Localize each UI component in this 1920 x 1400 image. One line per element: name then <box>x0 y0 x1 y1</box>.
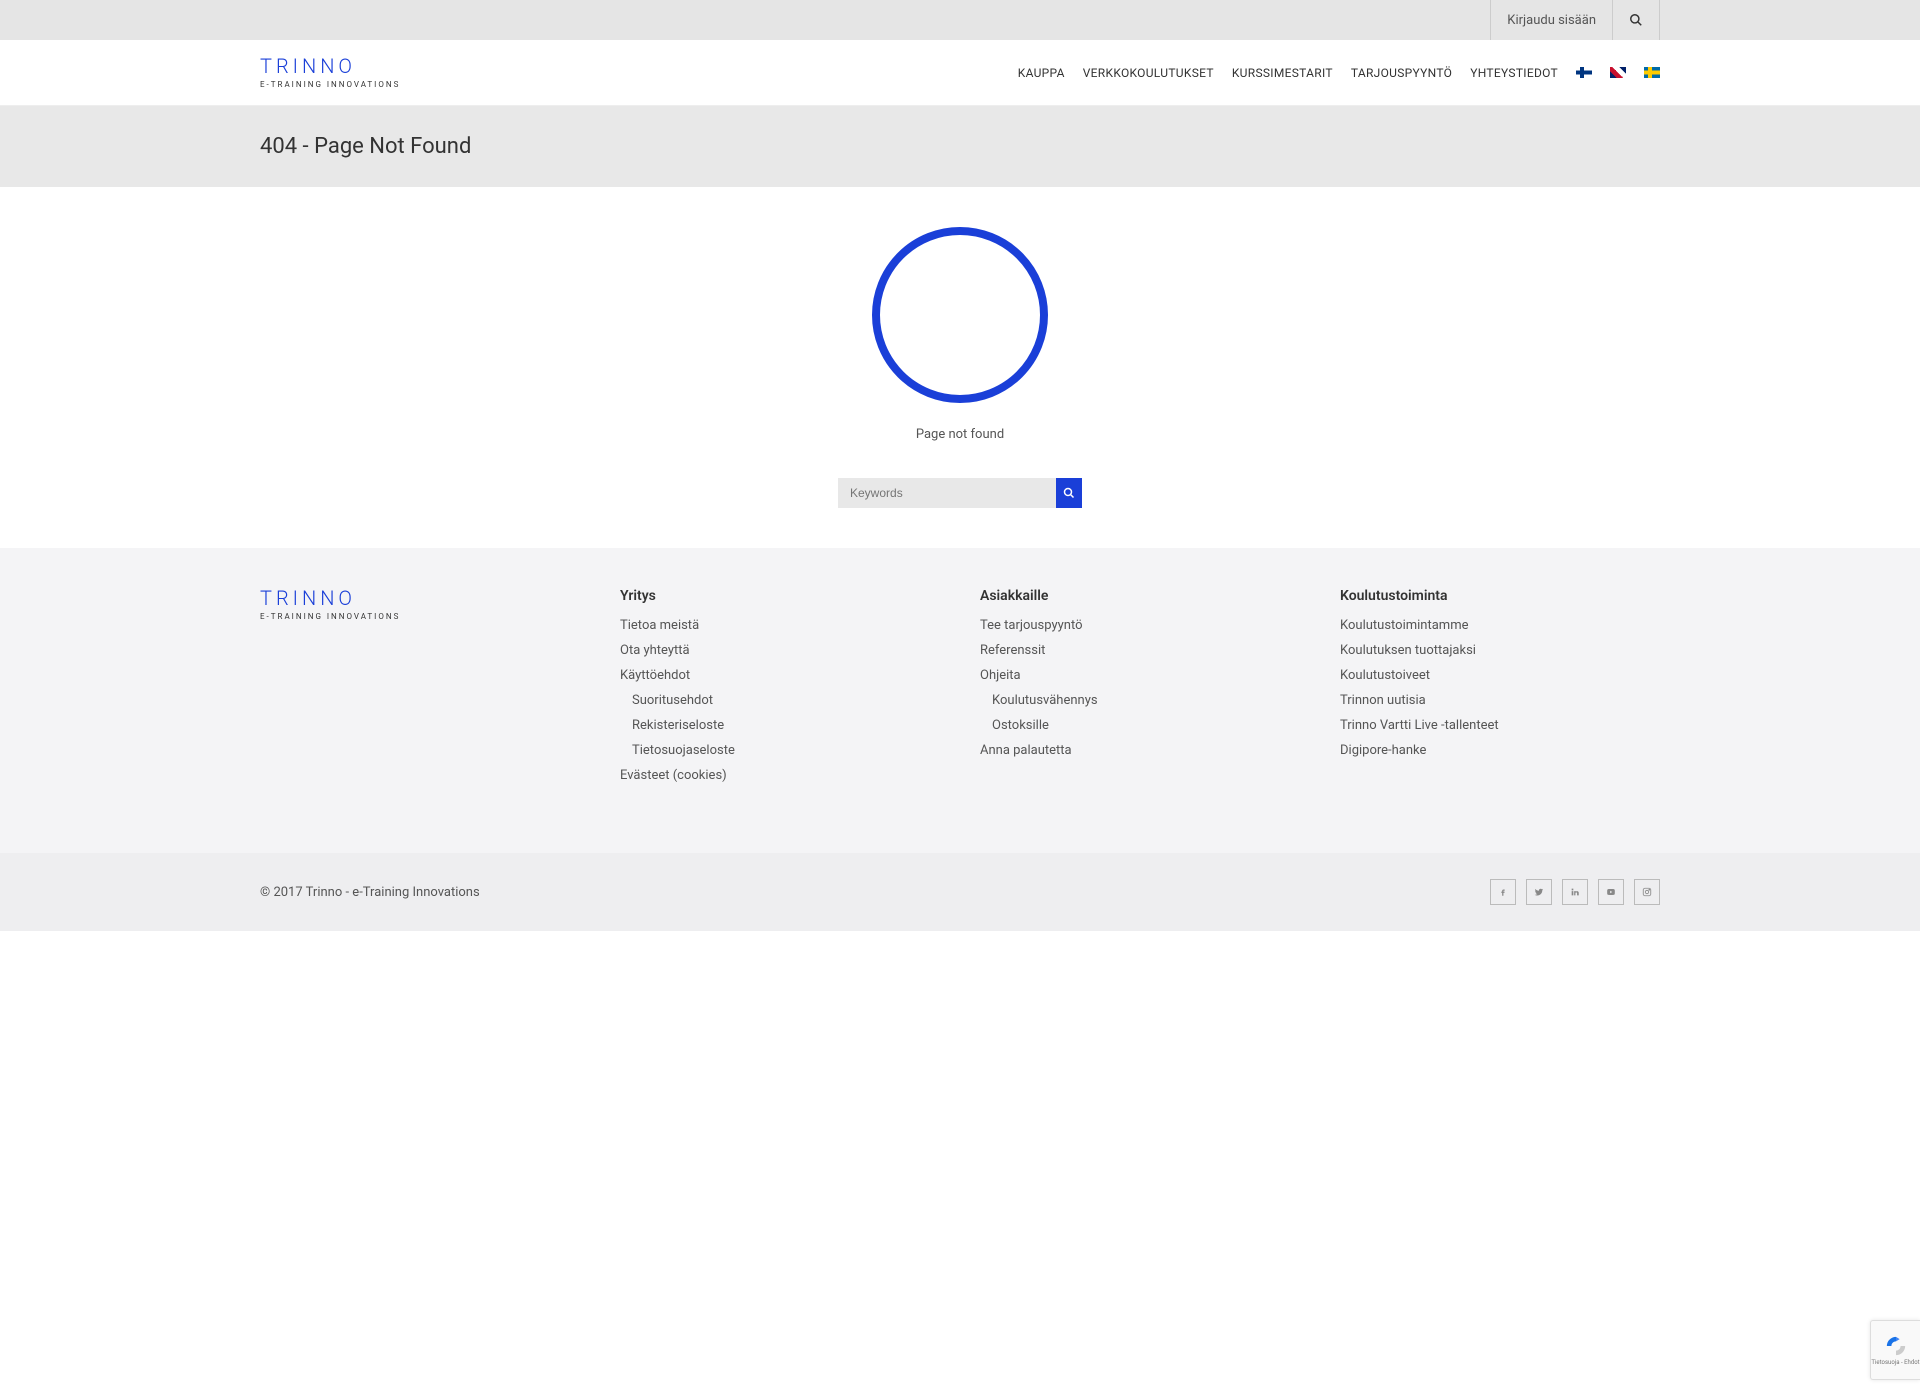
logo-tagline: E-TRAINING INNOVATIONS <box>260 80 400 89</box>
youtube-link[interactable] <box>1598 879 1624 905</box>
footer-link[interactable]: Tee tarjouspyyntö <box>980 618 1300 633</box>
twitter-icon <box>1534 887 1544 897</box>
footer-sublink[interactable]: Suoritusehdot <box>632 693 940 708</box>
footer-link[interactable]: Evästeet (cookies) <box>620 768 940 783</box>
footer-link[interactable]: Koulutustoimintamme <box>1340 618 1660 633</box>
twitter-link[interactable] <box>1526 879 1552 905</box>
bottombar: © 2017 Trinno - e-Training Innovations <box>0 853 1920 931</box>
error-circle-icon <box>872 227 1048 403</box>
footer-logo[interactable]: TRINNO E-TRAINING INNOVATIONS <box>260 588 580 621</box>
footer-heading: Koulutustoiminta <box>1340 588 1660 604</box>
footer-link[interactable]: Käyttöehdot <box>620 668 940 683</box>
instagram-link[interactable] <box>1634 879 1660 905</box>
page-title: 404 - Page Not Found <box>260 134 1660 159</box>
youtube-icon <box>1606 887 1616 897</box>
footer-link[interactable]: Ohjeita <box>980 668 1300 683</box>
copyright: © 2017 Trinno - e-Training Innovations <box>260 885 480 900</box>
footer-link[interactable]: Trinnon uutisia <box>1340 693 1660 708</box>
logo-tagline: E-TRAINING INNOVATIONS <box>260 612 580 621</box>
footer-link[interactable]: Koulutustoiveet <box>1340 668 1660 683</box>
error-message: Page not found <box>916 427 1004 442</box>
nav-item-kauppa[interactable]: KAUPPA <box>1018 66 1065 80</box>
footer-heading: Yritys <box>620 588 940 604</box>
footer-sublink[interactable]: Rekisteriseloste <box>632 718 940 733</box>
nav-item-verkkokoulutukset[interactable]: VERKKOKOULUTUKSET <box>1083 66 1214 80</box>
footer-logo-col: TRINNO E-TRAINING INNOVATIONS <box>260 588 580 793</box>
search-icon <box>1063 487 1075 499</box>
facebook-link[interactable] <box>1490 879 1516 905</box>
flag-fi-icon[interactable] <box>1576 67 1592 78</box>
search-box <box>838 478 1082 508</box>
footer-link[interactable]: Koulutuksen tuottajaksi <box>1340 643 1660 658</box>
main-content: Page not found <box>0 187 1920 548</box>
footer-link[interactable]: Digipore-hanke <box>1340 743 1660 758</box>
social-links <box>1490 879 1660 905</box>
logo-name: TRINNO <box>260 588 580 608</box>
recaptcha-label: Tietosuoja - Ehdot <box>1871 1359 1919 1366</box>
main-nav: KAUPPA VERKKOKOULUTUKSET KURSSIMESTARIT … <box>1018 66 1660 80</box>
footer-heading: Asiakkaille <box>980 588 1300 604</box>
logo-name: TRINNO <box>260 56 400 76</box>
footer-link[interactable]: Ota yhteyttä <box>620 643 940 658</box>
login-link[interactable]: Kirjaudu sisään <box>1490 0 1612 40</box>
footer-link[interactable]: Trinno Vartti Live -tallenteet <box>1340 718 1660 733</box>
search-toggle[interactable] <box>1612 0 1660 40</box>
linkedin-icon <box>1570 887 1580 897</box>
footer-sublink[interactable]: Tietosuojaseloste <box>632 743 940 758</box>
topbar: Kirjaudu sisään <box>0 0 1920 40</box>
recaptcha-icon <box>1885 1335 1907 1357</box>
footer-col-koulutustoiminta: Koulutustoiminta Koulutustoimintamme Kou… <box>1340 588 1660 793</box>
nav-item-yhteystiedot[interactable]: YHTEYSTIEDOT <box>1470 66 1558 80</box>
footer-col-yritys: Yritys Tietoa meistä Ota yhteyttä Käyttö… <box>620 588 940 793</box>
flag-sv-icon[interactable] <box>1644 67 1660 78</box>
facebook-icon <box>1498 887 1508 897</box>
search-button[interactable] <box>1056 478 1082 508</box>
footer-link[interactable]: Anna palautetta <box>980 743 1300 758</box>
titlebar: 404 - Page Not Found <box>0 106 1920 187</box>
logo[interactable]: TRINNO E-TRAINING INNOVATIONS <box>260 56 400 89</box>
footer-link[interactable]: Tietoa meistä <box>620 618 940 633</box>
linkedin-link[interactable] <box>1562 879 1588 905</box>
search-icon <box>1629 13 1643 27</box>
recaptcha-badge[interactable]: Tietosuoja - Ehdot <box>1870 1320 1920 1380</box>
footer-link[interactable]: Referenssit <box>980 643 1300 658</box>
footer: TRINNO E-TRAINING INNOVATIONS Yritys Tie… <box>0 548 1920 853</box>
instagram-icon <box>1642 887 1652 897</box>
footer-sublink[interactable]: Koulutusvähennys <box>992 693 1300 708</box>
nav-item-kurssimestarit[interactable]: KURSSIMESTARIT <box>1232 66 1333 80</box>
footer-col-asiakkaille: Asiakkaille Tee tarjouspyyntö Referenssi… <box>980 588 1300 793</box>
flag-en-icon[interactable] <box>1610 67 1626 78</box>
header: TRINNO E-TRAINING INNOVATIONS KAUPPA VER… <box>0 40 1920 106</box>
footer-sublink[interactable]: Ostoksille <box>992 718 1300 733</box>
search-input[interactable] <box>838 478 1056 508</box>
nav-item-tarjouspyynto[interactable]: TARJOUSPYYNTÖ <box>1351 66 1452 80</box>
